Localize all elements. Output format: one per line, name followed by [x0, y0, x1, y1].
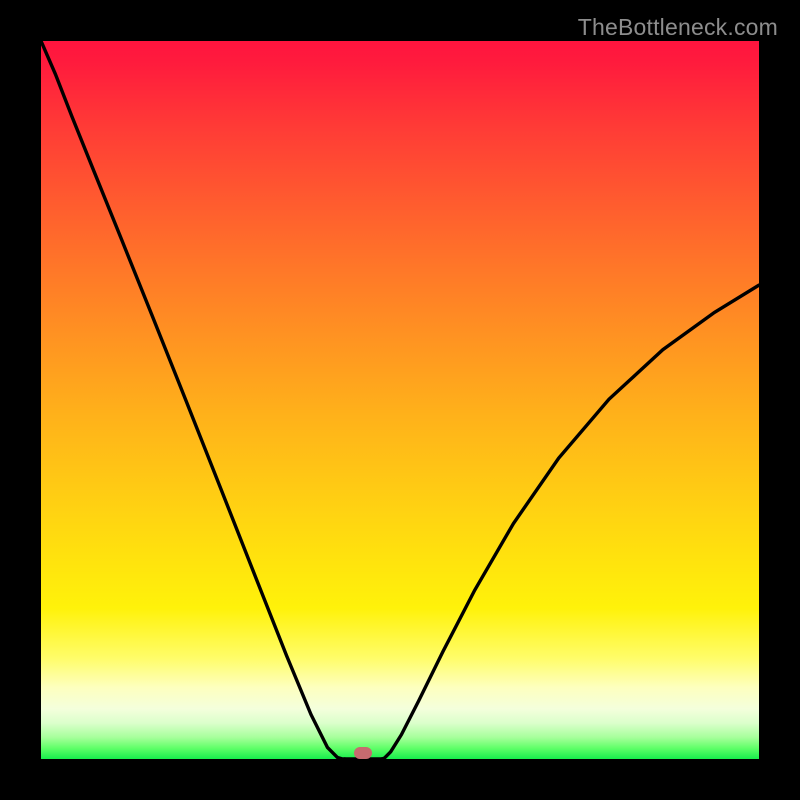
watermark-text: TheBottleneck.com	[578, 14, 778, 41]
optimum-marker	[354, 747, 372, 759]
bottleneck-curve	[41, 41, 759, 759]
plot-area	[41, 41, 759, 759]
chart-frame: TheBottleneck.com	[0, 0, 800, 800]
